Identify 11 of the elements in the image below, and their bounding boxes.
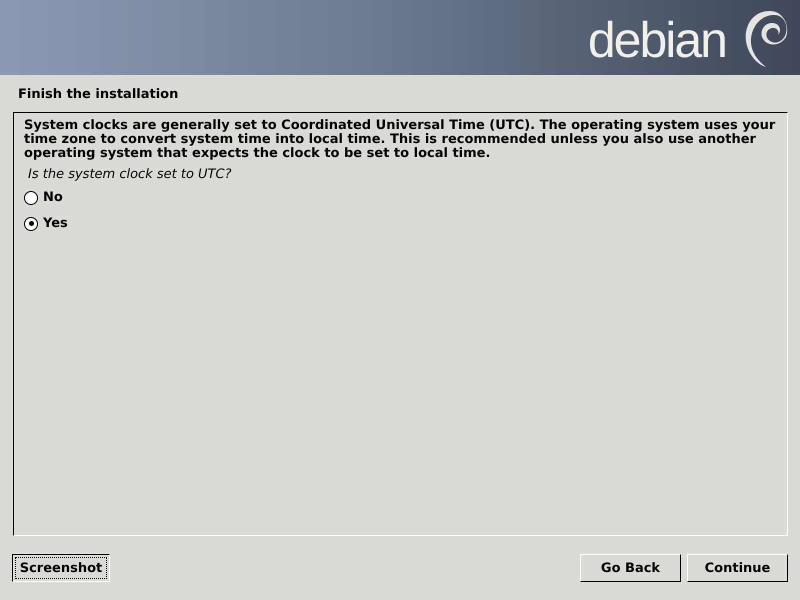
radio-button[interactable] — [24, 190, 38, 204]
back-button[interactable]: Go Back — [580, 554, 681, 582]
question-text: Is the system clock set to UTC? — [28, 167, 232, 182]
radio-button[interactable] — [24, 216, 38, 230]
continue-button[interactable]: Continue — [687, 554, 788, 582]
option-label[interactable]: Yes — [43, 216, 68, 231]
screenshot-button[interactable]: Screenshot — [12, 554, 110, 582]
option-label[interactable]: No — [43, 190, 63, 205]
logo-text: debian — [588, 14, 726, 64]
step-title: Finish the installation — [17, 86, 180, 104]
description-text: System clocks are generally set to Coordinated Universal Time (UTC). The operating system uses your time zone to convert system time into local time. This is recommended unless you also use another operating system that expects the clock to be set to local time. — [24, 119, 776, 161]
